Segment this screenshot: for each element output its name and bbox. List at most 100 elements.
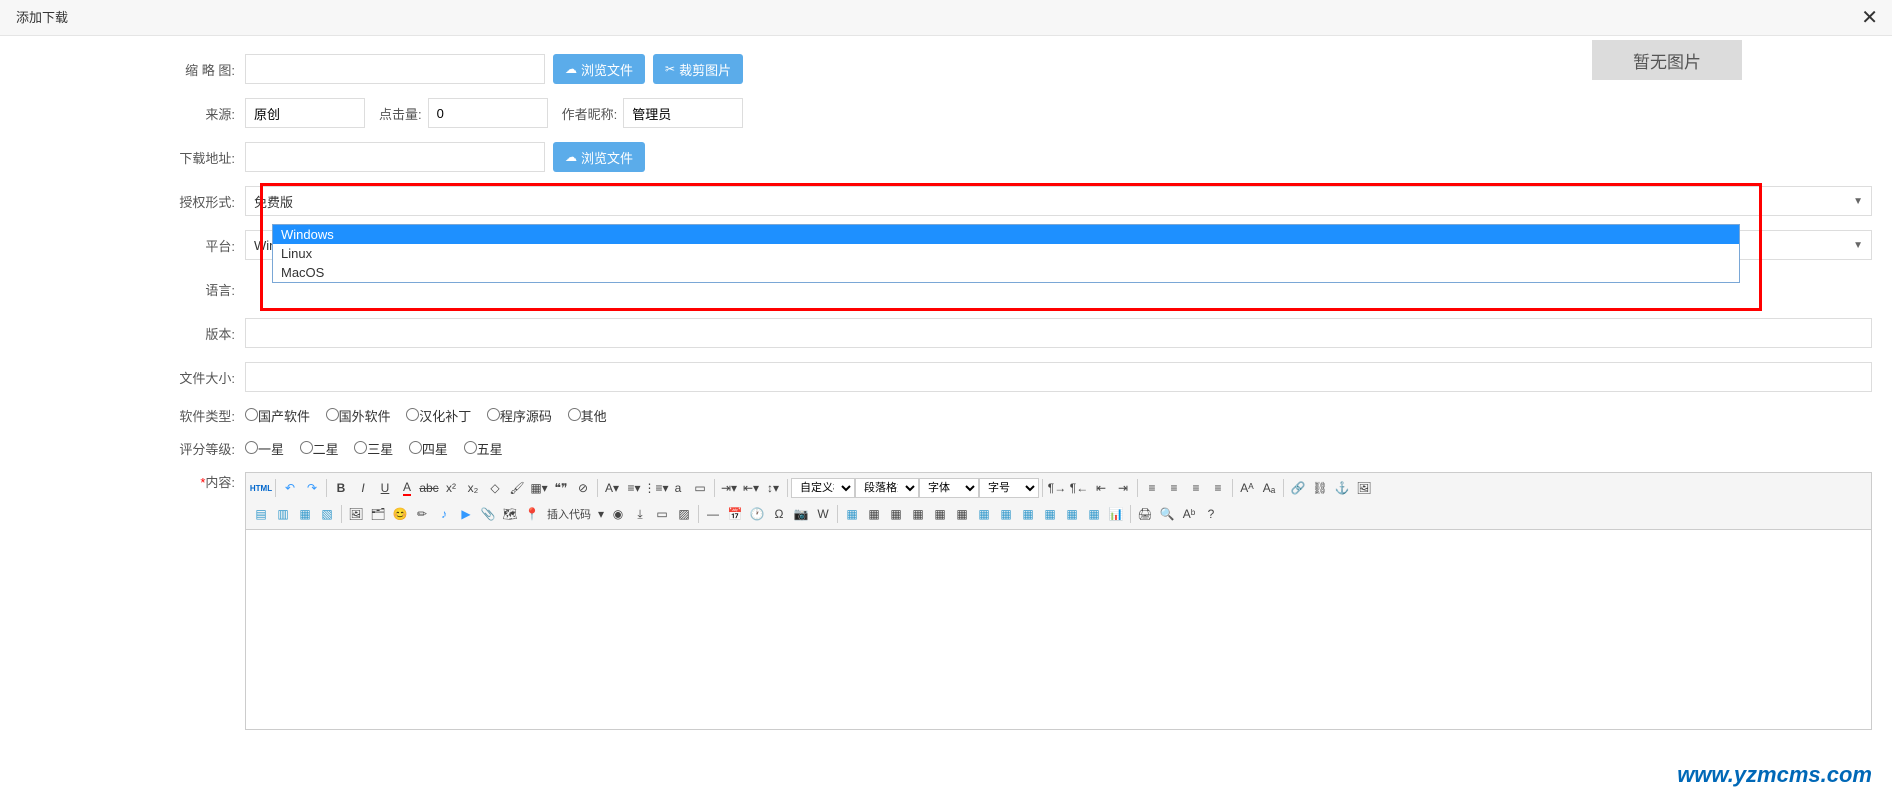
webapp-icon[interactable]: ◉ (607, 503, 629, 525)
softtype-option[interactable]: 其他 (568, 409, 607, 424)
unlink-icon[interactable]: ⛓ (1309, 477, 1331, 499)
mergeright-icon[interactable]: ▦ (995, 503, 1017, 525)
superscript-icon[interactable]: x² (440, 477, 462, 499)
charts-icon[interactable]: 📊 (1105, 503, 1127, 525)
platform-option[interactable]: Windows (273, 225, 1739, 244)
print-icon[interactable]: 🖨 (1134, 503, 1156, 525)
selectall-icon[interactable]: ▭ (689, 477, 711, 499)
strikethrough-icon[interactable]: abc (418, 477, 440, 499)
multi-image-icon[interactable]: 🗂 (367, 503, 389, 525)
clicks-input[interactable] (428, 98, 548, 128)
table-delete-icon[interactable]: ▦ (863, 503, 885, 525)
rating-option[interactable]: 二星 (300, 442, 339, 457)
font-size-select[interactable]: 字号 (979, 478, 1039, 498)
textdir-icon[interactable]: a (667, 477, 689, 499)
crop-image-button[interactable]: ✂裁剪图片 (653, 54, 743, 84)
background-icon[interactable]: ▨ (673, 503, 695, 525)
softtype-option[interactable]: 汉化补丁 (406, 409, 471, 424)
mergecell-icon[interactable]: ▦ (973, 503, 995, 525)
anchor-icon[interactable]: ⚓ (1331, 477, 1353, 499)
license-select[interactable]: 免费版 ▼ (245, 186, 1872, 216)
rating-option[interactable]: 三星 (354, 442, 393, 457)
platform-option[interactable]: MacOS (273, 263, 1739, 282)
unordered-list-icon[interactable]: ⋮≡▾ (645, 477, 667, 499)
chevron-down-icon[interactable]: ▾ (595, 503, 607, 525)
emoji-icon[interactable]: 😊 (389, 503, 411, 525)
rating-option[interactable]: 一星 (245, 442, 284, 457)
img-right-icon[interactable]: ▥ (272, 503, 294, 525)
browse-file-button[interactable]: ☁浏览文件 (553, 54, 645, 84)
lineheight-icon[interactable]: ↕▾ (762, 477, 784, 499)
help-icon[interactable]: ? (1200, 503, 1222, 525)
thumbnail-input[interactable] (245, 54, 545, 84)
softtype-option[interactable]: 国产软件 (245, 409, 310, 424)
mergedown-icon[interactable]: ▦ (1017, 503, 1039, 525)
rtl-icon[interactable]: ¶← (1068, 477, 1090, 499)
video-icon[interactable]: ▶ (455, 503, 477, 525)
html-source-button[interactable]: HTML (250, 477, 272, 499)
map-icon[interactable]: 🗺 (499, 503, 521, 525)
time-icon[interactable]: 🕐 (746, 503, 768, 525)
insertcol-icon[interactable]: ▦ (929, 503, 951, 525)
spechar-icon[interactable]: Ω (768, 503, 790, 525)
insertcode-button[interactable]: 插入代码 (543, 503, 595, 525)
browse-download-button[interactable]: ☁浏览文件 (553, 142, 645, 172)
ordered-list-icon[interactable]: ≡▾ (623, 477, 645, 499)
insert-image-icon[interactable]: 🖼 (345, 503, 367, 525)
underline-icon[interactable]: U (374, 477, 396, 499)
deleterow-icon[interactable]: ▦ (907, 503, 929, 525)
outdent2-icon[interactable]: ⇤ (1090, 477, 1112, 499)
platform-option[interactable]: Linux (273, 244, 1739, 263)
ltr-icon[interactable]: ¶→ (1046, 477, 1068, 499)
quote-icon[interactable]: ❝❞ (550, 477, 572, 499)
outdent-icon[interactable]: ⇤▾ (740, 477, 762, 499)
fontcase-icon[interactable]: A▾ (601, 477, 623, 499)
pagebreak-icon[interactable]: ⤓ (629, 503, 651, 525)
snapscreen-icon[interactable]: 📷 (790, 503, 812, 525)
img-left-icon[interactable]: ▤ (250, 503, 272, 525)
splitcol-icon[interactable]: ▦ (1083, 503, 1105, 525)
softtype-option[interactable]: 国外软件 (326, 409, 391, 424)
align-center-icon[interactable]: ≡ (1163, 477, 1185, 499)
eraser-icon[interactable]: ◇ (484, 477, 506, 499)
touppercase-icon[interactable]: Aᴬ (1236, 477, 1258, 499)
image-icon[interactable]: 🖼 (1353, 477, 1375, 499)
removeformat-icon[interactable]: ⊘ (572, 477, 594, 499)
align-left-icon[interactable]: ≡ (1141, 477, 1163, 499)
preview-icon[interactable]: 🔍 (1156, 503, 1178, 525)
rating-option[interactable]: 五星 (464, 442, 503, 457)
heading-select[interactable]: 自定义标题 (791, 478, 855, 498)
font-family-select[interactable]: 字体 (919, 478, 979, 498)
scrawl-icon[interactable]: ✏ (411, 503, 433, 525)
table-icon[interactable]: ▦ (841, 503, 863, 525)
content-editor[interactable] (245, 530, 1872, 730)
rating-option[interactable]: 四星 (409, 442, 448, 457)
bgcolor-icon[interactable]: ▦▾ (528, 477, 550, 499)
subscript-icon[interactable]: x₂ (462, 477, 484, 499)
splitrow-icon[interactable]: ▦ (1061, 503, 1083, 525)
align-right-icon[interactable]: ≡ (1185, 477, 1207, 499)
deletecol-icon[interactable]: ▦ (951, 503, 973, 525)
insertrow-icon[interactable]: ▦ (885, 503, 907, 525)
gmap-icon[interactable]: 📍 (521, 503, 543, 525)
redo-icon[interactable]: ↷ (301, 477, 323, 499)
paragraph-select[interactable]: 段落格式 (855, 478, 919, 498)
source-input[interactable] (245, 98, 365, 128)
img-none-icon[interactable]: ▧ (316, 503, 338, 525)
indent-icon[interactable]: ⇥▾ (718, 477, 740, 499)
version-input[interactable] (245, 318, 1872, 348)
filesize-input[interactable] (245, 362, 1872, 392)
bold-icon[interactable]: B (330, 477, 352, 499)
wordimage-icon[interactable]: W (812, 503, 834, 525)
attachment-icon[interactable]: 📎 (477, 503, 499, 525)
author-input[interactable] (623, 98, 743, 128)
find-icon[interactable]: Aᵇ (1178, 503, 1200, 525)
link-icon[interactable]: 🔗 (1287, 477, 1309, 499)
format-brush-icon[interactable]: 🖌 (506, 477, 528, 499)
hr-icon[interactable]: — (702, 503, 724, 525)
align-justify-icon[interactable]: ≡ (1207, 477, 1229, 499)
italic-icon[interactable]: I (352, 477, 374, 499)
music-icon[interactable]: ♪ (433, 503, 455, 525)
indent2-icon[interactable]: ⇥ (1112, 477, 1134, 499)
img-center-icon[interactable]: ▦ (294, 503, 316, 525)
